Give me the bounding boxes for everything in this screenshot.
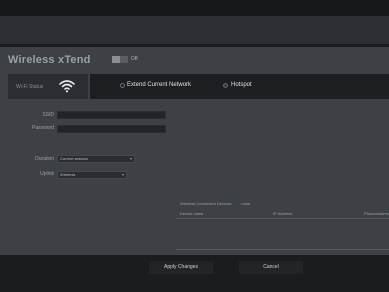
password-label: Password	[32, 125, 54, 131]
connected-devices-title: Wireless Connected Devices: none	[180, 201, 250, 206]
connected-devices-label: Wireless Connected Devices:	[180, 201, 233, 206]
devices-footer-divider	[176, 249, 389, 250]
duration-label: Duration	[35, 156, 54, 162]
uplink-label: Uplink	[40, 171, 54, 177]
ssid-input[interactable]	[57, 111, 166, 119]
top-bar	[0, 0, 389, 16]
password-input[interactable]	[57, 125, 166, 133]
chevron-down-icon: ▾	[121, 172, 124, 177]
header-band	[0, 16, 389, 44]
column-phone-address: Phone/address	[364, 211, 389, 216]
wifi-icon	[59, 80, 75, 93]
column-ip-address: IP Address	[273, 211, 293, 216]
uplink-select[interactable]: Wireless ▾	[57, 171, 127, 179]
hotspot-label[interactable]: Hotspot	[231, 82, 252, 88]
ssid-label: SSID	[42, 112, 54, 118]
extend-network-label[interactable]: Extend Current Network	[127, 82, 191, 88]
toggle-knob	[112, 56, 120, 63]
duration-value: Current session	[60, 156, 89, 161]
duration-select[interactable]: Current session ▾	[57, 155, 135, 163]
page-title: Wireless xTend	[8, 54, 91, 66]
connected-devices-count: none	[241, 201, 251, 206]
toggle-state-label: Off	[131, 56, 138, 62]
column-device-name: Device name	[180, 211, 204, 216]
extend-network-radio[interactable]	[120, 83, 125, 88]
chevron-down-icon: ▾	[129, 156, 132, 161]
cancel-button[interactable]: Cancel	[239, 261, 303, 274]
devices-header-divider	[176, 218, 389, 219]
apply-changes-button[interactable]: Apply Changes	[149, 261, 213, 274]
wifi-status-label: Wi-Fi Status	[16, 84, 44, 90]
uplink-value: Wireless	[60, 172, 76, 177]
power-toggle[interactable]	[112, 56, 128, 63]
hotspot-radio[interactable]	[223, 83, 228, 88]
